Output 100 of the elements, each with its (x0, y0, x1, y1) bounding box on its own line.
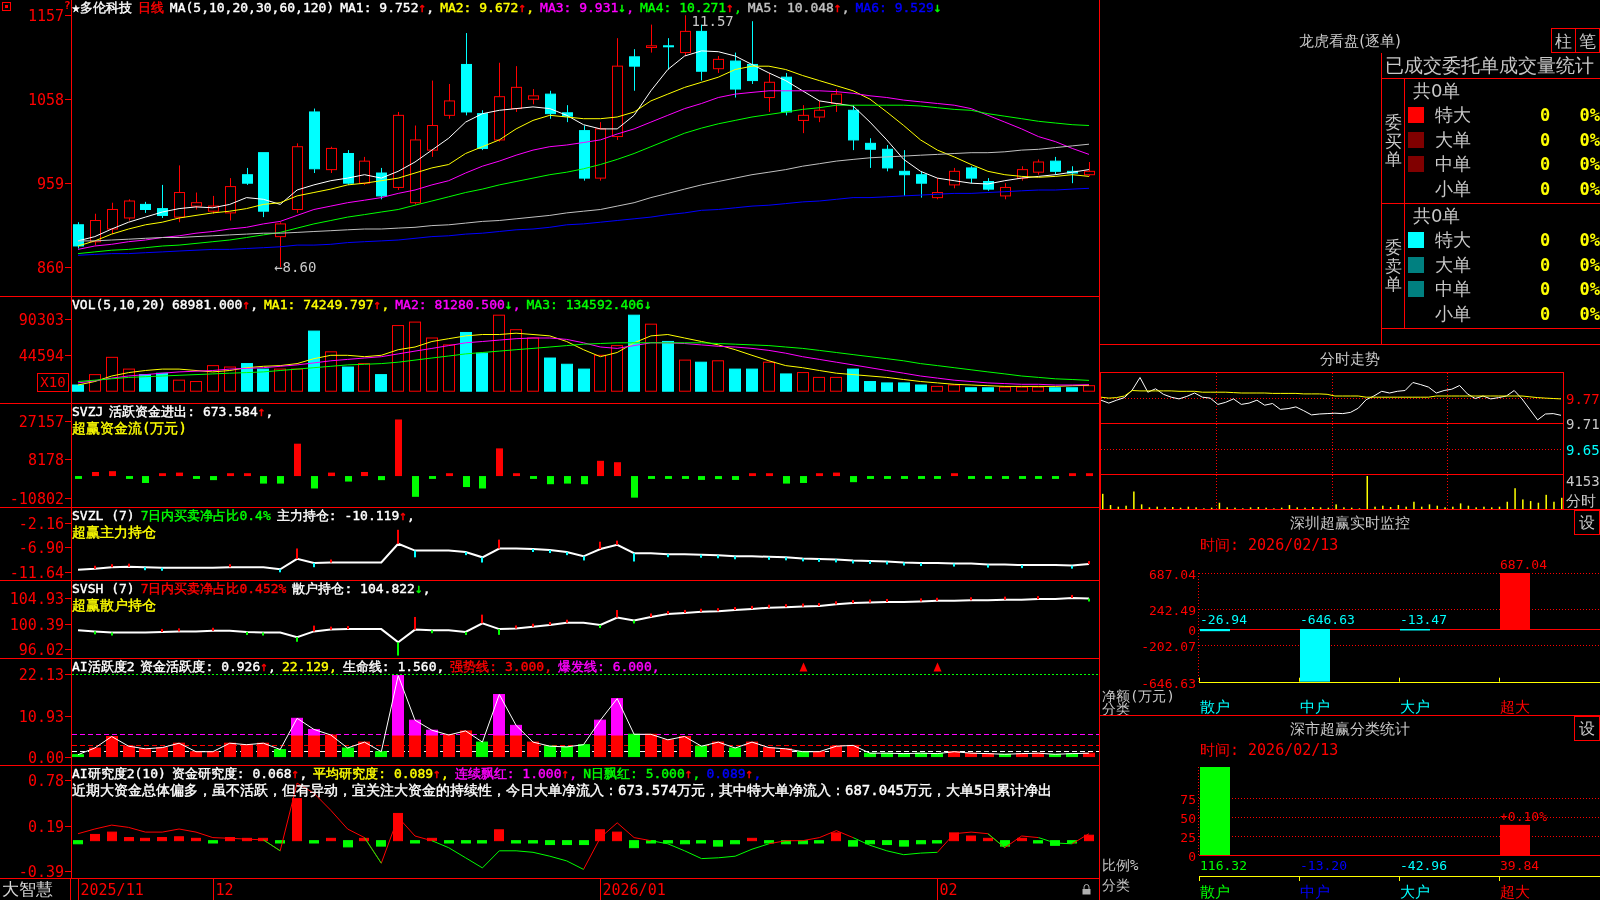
volume-bar (224, 366, 236, 392)
research-bar (174, 836, 184, 842)
candlestick (562, 104, 573, 123)
candlestick (1084, 161, 1095, 177)
change-tick (94, 631, 96, 635)
candlestick (225, 177, 236, 221)
flow-bar (328, 472, 335, 477)
candlestick (191, 192, 202, 210)
flow-bar (193, 476, 200, 479)
change-tick (178, 628, 180, 632)
volume-bar (1066, 387, 1078, 392)
scale-button[interactable]: X10 (37, 373, 69, 392)
change-tick (920, 598, 922, 602)
legend-text: 超赢资金流(万元) (72, 420, 187, 437)
volume-bar (679, 359, 691, 392)
research-bar (966, 835, 976, 842)
square-icon (2, 2, 11, 11)
candlestick (545, 90, 556, 120)
volume-bar (325, 351, 337, 392)
change-tick (397, 642, 399, 656)
change-tick (768, 556, 770, 560)
candlestick (747, 20, 758, 85)
legend-text: SVSH (7) (72, 581, 135, 597)
candlestick (1000, 182, 1011, 200)
change-tick (818, 603, 820, 606)
settings-button[interactable]: 设 (1574, 510, 1600, 535)
research-bar (376, 840, 386, 847)
legend-text: 资金活跃度: 0.926↑, (140, 659, 276, 675)
flow-bar (530, 476, 537, 479)
flow-bar (260, 476, 267, 484)
category-label: 散户 (1200, 883, 1230, 899)
research-bar (107, 831, 117, 842)
change-tick (481, 557, 483, 563)
flow-bar (968, 476, 975, 479)
research-bar (1067, 840, 1077, 844)
activity-bar (544, 745, 556, 758)
order-type: 特大 (1435, 228, 1472, 253)
settings-button[interactable]: 设 (1574, 716, 1600, 741)
activity-bar (241, 744, 253, 758)
candlestick (359, 156, 370, 186)
change-tick (465, 631, 467, 635)
mode-button[interactable]: 笔 (1575, 28, 1600, 53)
activity-bar (123, 745, 135, 758)
flow-bar (142, 476, 149, 483)
research-bar (461, 840, 471, 844)
change-tick (1037, 596, 1039, 600)
legend-text: ★多伦科技 (72, 0, 132, 16)
axis-label: 9.65 (1566, 441, 1600, 458)
candlestick (258, 152, 269, 218)
change-tick (229, 564, 231, 568)
volume-bar (156, 372, 168, 392)
volume-bar (308, 330, 320, 392)
change-tick (296, 548, 298, 559)
axis-label: 0.19 (27, 817, 64, 836)
research-bar (292, 798, 302, 842)
volume-bar (695, 361, 707, 392)
flow-bar (698, 476, 705, 480)
candlestick (966, 165, 977, 184)
volume-bar (392, 325, 404, 392)
legend-text: MA2: 81280.500↓, (395, 297, 521, 313)
axis-label: 0.78 (27, 771, 64, 790)
legend-text: 爆发线: 6.000, (558, 659, 660, 675)
volume-bar (190, 381, 202, 392)
activity-bar (325, 734, 337, 758)
legend-text: AI研究度2(10) (72, 766, 166, 782)
change-tick (465, 552, 467, 556)
flow-bar (513, 473, 520, 477)
flow-bar (1002, 476, 1009, 479)
candlestick (157, 184, 168, 219)
axis-label: 1058 (27, 90, 64, 109)
legend-text: 超赢主力持仓 (72, 524, 156, 541)
change-tick (498, 539, 500, 549)
activity-bar (662, 739, 674, 758)
flow-bar (1052, 476, 1059, 479)
mode-button[interactable]: 柱 (1551, 28, 1576, 53)
axis-label: 9.71 (1566, 415, 1600, 432)
candlestick (983, 177, 994, 192)
change-tick (650, 613, 652, 617)
change-tick (161, 567, 163, 571)
flow-bar (227, 473, 234, 477)
activity-bar (864, 752, 876, 758)
flow-bar (581, 476, 588, 485)
order-percent: 0% (1579, 105, 1600, 126)
axis-label: 687.04 (1149, 566, 1196, 582)
panel-title: 深市超赢分类统计 (1290, 719, 1410, 738)
research-bar (444, 840, 454, 844)
activity-bar (847, 744, 859, 758)
change-tick (684, 609, 686, 613)
order-percent: 0% (1579, 279, 1600, 300)
legend-text: MA4: 10.271↑, (640, 0, 742, 16)
legend-text: MA(5,10,20,30,60,120) (169, 0, 335, 16)
change-tick (330, 559, 332, 563)
total-text: 共0单 (1412, 79, 1462, 103)
flow-bar (631, 476, 638, 498)
activity-bar (207, 751, 219, 758)
change-tick (835, 601, 837, 605)
research-bar (1033, 840, 1043, 844)
change-tick (700, 608, 702, 612)
research-bar (680, 840, 690, 845)
activity-bar (965, 752, 977, 758)
